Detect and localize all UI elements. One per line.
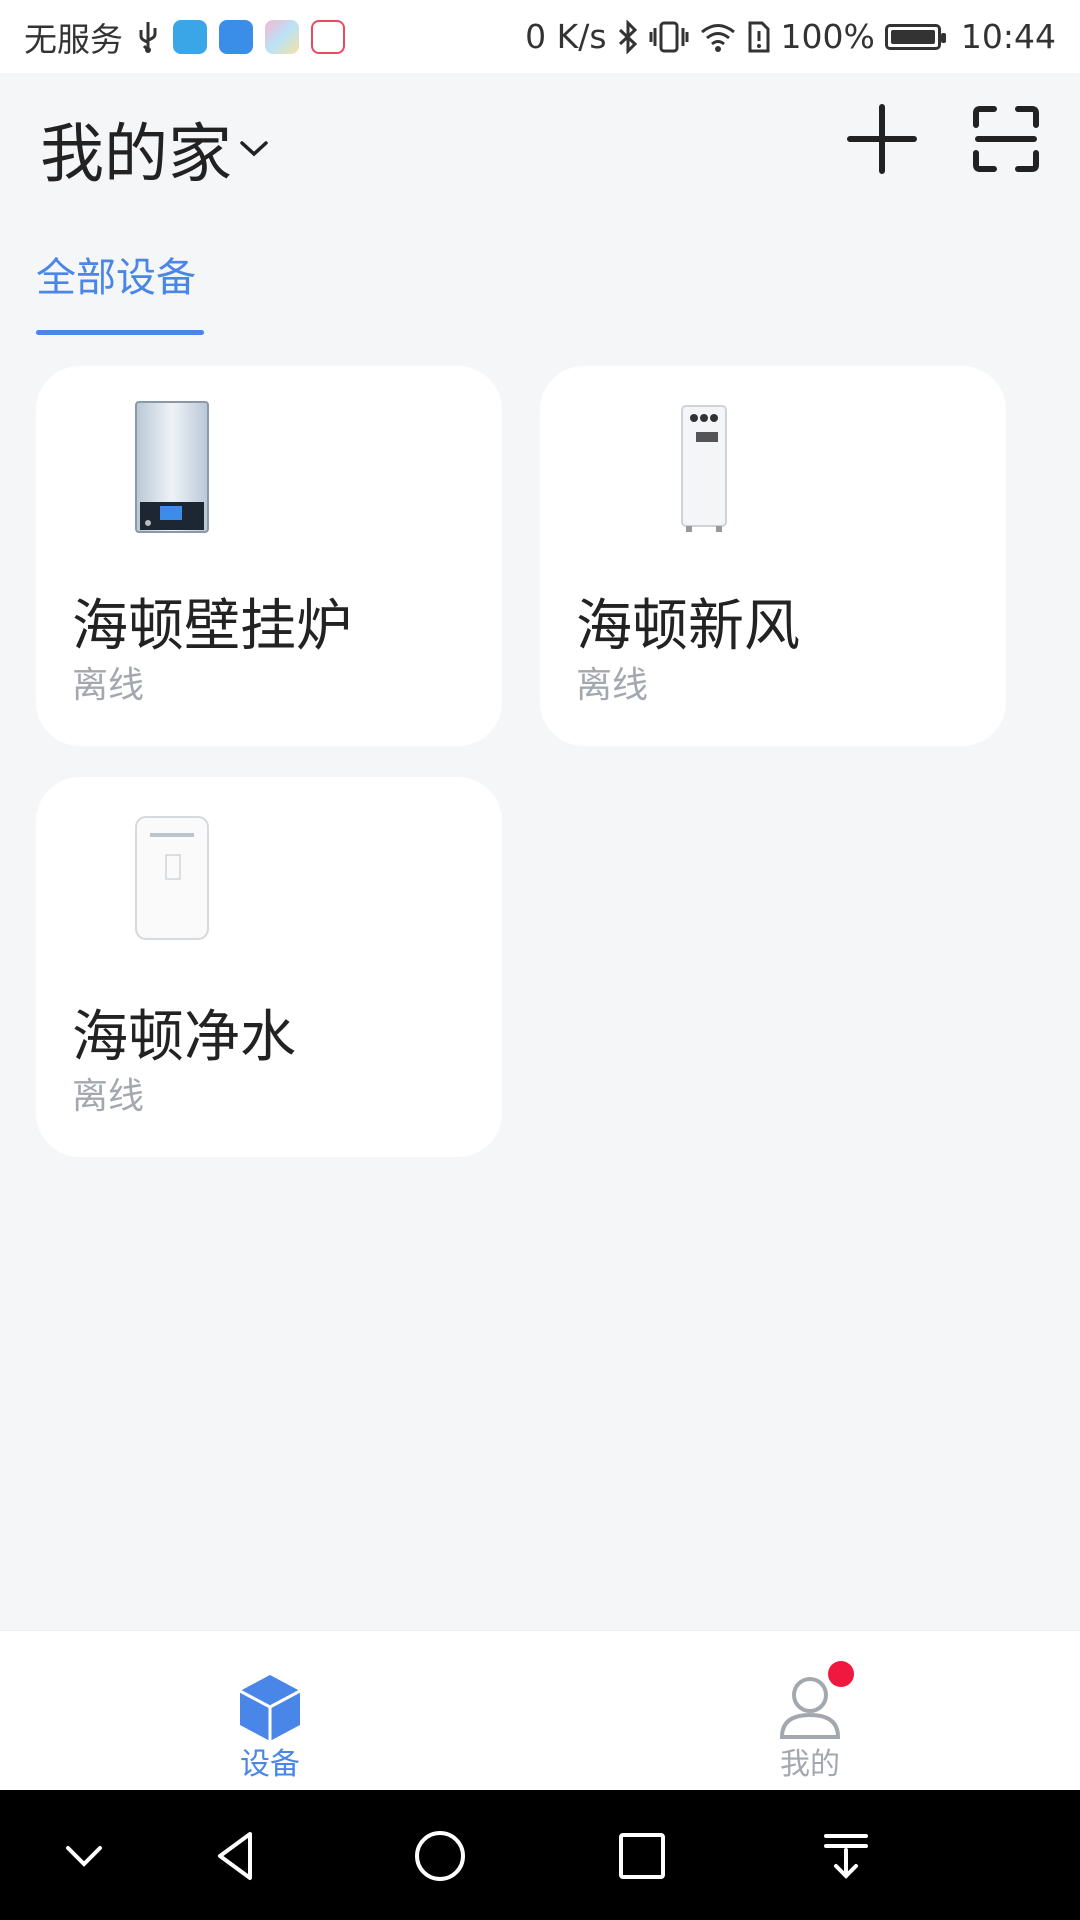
shield-app-icon bbox=[219, 19, 253, 54]
recents-icon[interactable] bbox=[612, 1826, 672, 1886]
water-purifier-image bbox=[135, 816, 209, 940]
device-card-wall-boiler[interactable]: 海顿壁挂炉 离线 bbox=[36, 366, 502, 746]
wifi-icon bbox=[700, 23, 735, 52]
header: 我的家 bbox=[0, 73, 1080, 213]
scan-icon[interactable] bbox=[970, 103, 1042, 175]
notification-pulldown-icon[interactable] bbox=[816, 1826, 876, 1886]
notification-badge bbox=[828, 1661, 854, 1687]
home-icon[interactable] bbox=[410, 1826, 470, 1886]
battery-icon bbox=[884, 23, 946, 50]
map-app-icon bbox=[311, 19, 345, 54]
home-title: 我的家 bbox=[40, 118, 232, 192]
tab-indicator bbox=[36, 330, 204, 335]
device-status: 离线 bbox=[576, 665, 649, 706]
status-bar: 无服务 0 K/s 100% 10:44 bbox=[0, 0, 1080, 73]
home-selector[interactable]: 我的家 bbox=[40, 103, 270, 195]
battery-percent: 100% bbox=[780, 17, 875, 56]
carrier-text: 无服务 bbox=[24, 19, 123, 59]
device-name: 海顿壁挂炉 bbox=[72, 594, 352, 659]
bluetooth-icon bbox=[618, 19, 637, 54]
device-name: 海顿净水 bbox=[72, 1005, 296, 1070]
clock: 10:44 bbox=[960, 17, 1056, 56]
nav-label-devices: 设备 bbox=[240, 1747, 300, 1782]
device-card-fresh-air[interactable]: 海顿新风 离线 bbox=[540, 366, 1006, 746]
chevron-down-icon bbox=[240, 141, 268, 157]
cube-icon bbox=[239, 1675, 301, 1741]
plus-icon[interactable] bbox=[846, 103, 918, 175]
device-card-water-purifier[interactable]: 海顿净水 离线 bbox=[36, 777, 502, 1157]
hide-nav-icon[interactable] bbox=[54, 1826, 114, 1886]
network-speed: 0 K/s bbox=[525, 17, 607, 56]
nav-item-devices[interactable]: 设备 bbox=[170, 1631, 370, 1791]
photos-app-icon bbox=[265, 19, 299, 54]
tab-all-devices[interactable]: 全部设备 bbox=[36, 245, 196, 303]
device-name: 海顿新风 bbox=[576, 594, 800, 659]
bottom-nav: 设备 我的 bbox=[0, 1630, 1080, 1791]
vibrate-icon bbox=[649, 21, 689, 52]
device-status: 离线 bbox=[72, 1076, 145, 1117]
wall-boiler-image bbox=[135, 401, 209, 533]
sim-alert-icon bbox=[748, 21, 770, 52]
nav-label-mine: 我的 bbox=[780, 1747, 840, 1782]
device-status: 离线 bbox=[72, 665, 145, 706]
system-nav-bar bbox=[0, 1790, 1080, 1920]
fresh-air-unit-image bbox=[681, 405, 727, 532]
nav-item-mine[interactable]: 我的 bbox=[710, 1631, 910, 1791]
back-icon[interactable] bbox=[206, 1826, 266, 1886]
cloud-app-icon bbox=[173, 19, 207, 54]
usb-icon bbox=[139, 21, 157, 53]
